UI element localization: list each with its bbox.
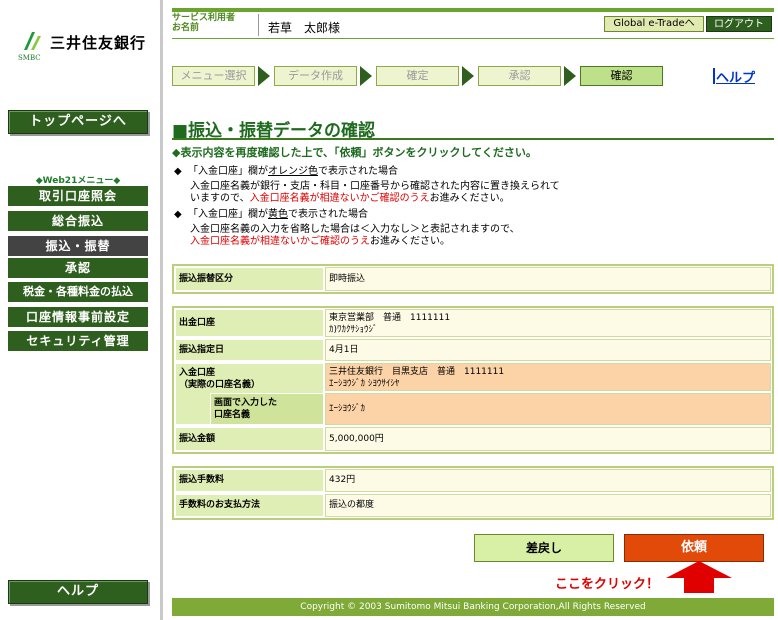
step-arrow-icon: [360, 66, 372, 86]
sidebar: 三井住友銀行 SMBC トップページへ ◆Web21メニュー◆ 取引口座照会 総…: [0, 0, 160, 620]
from-account-label: 出金口座: [175, 309, 324, 337]
amount-label: 振込金額: [175, 427, 324, 451]
fee-label: 振込手数料: [175, 469, 324, 492]
copyright-footer: Copyright © 2003 Sumitomo Mitsui Banking…: [172, 598, 774, 616]
step-confirm-fix: 確定: [376, 66, 459, 86]
transfer-type-value: 即時振込: [325, 267, 771, 291]
logout-button[interactable]: ログアウト: [706, 16, 772, 32]
web21-menu-label: ◆Web21メニュー◆: [35, 176, 121, 186]
bank-name: 三井住友銀行: [50, 34, 147, 52]
service-user-label: サービス利用者 お名前: [172, 13, 236, 33]
fee-table: 振込手数料 432円 手数料のお支払方法 振込の都度: [172, 466, 774, 520]
step-menu-select: メニュー選択: [172, 66, 255, 86]
user-name: 若草 太郎様: [268, 21, 341, 35]
note1-line1: 「入金口座」欄がオレンジ色で表示された場合: [188, 166, 398, 177]
date-label: 振込指定日: [175, 339, 324, 361]
step-arrow-icon: [258, 66, 270, 86]
sidebar-item-bulk-transfer[interactable]: 総合振込: [8, 211, 148, 232]
header-divider: [258, 14, 259, 36]
sidebar-help-button[interactable]: ヘルプ: [8, 580, 148, 604]
sidebar-divider: [160, 0, 163, 620]
amount-value: 5,000,000円: [325, 427, 771, 451]
help-link[interactable]: ヘルプ: [716, 67, 755, 86]
note1-line2: 入金口座名義が銀行・支店・科目・口座番号から確認された内容に置き換えられて: [190, 181, 560, 192]
transfer-type-table: 振込振替区分 即時振込: [172, 264, 774, 294]
fee-method-value: 振込の都度: [325, 494, 771, 517]
step-arrow-icon: [564, 66, 576, 86]
title-underline: [172, 138, 774, 140]
header-accent-bar: [172, 8, 774, 12]
transfer-type-label: 振込振替区分: [175, 267, 324, 291]
fee-method-label: 手数料のお支払方法: [175, 494, 324, 517]
input-name-label: 画面で入力した 口座名義: [210, 393, 324, 425]
sidebar-item-transfer[interactable]: 振込・振替: [8, 236, 148, 257]
help-link-bar: [713, 68, 715, 84]
request-button[interactable]: 依頼: [624, 534, 764, 562]
step-approval: 承認: [478, 66, 561, 86]
arrow-up-icon: [666, 561, 732, 593]
sidebar-item-account-presetting[interactable]: 口座情報事前設定: [8, 307, 148, 328]
send-back-button[interactable]: 差戻し: [474, 534, 614, 562]
transfer-detail-table: 出金口座 東京営業部 普通 1111111 ｶ)ﾜｶｸｻｼｮｳｼﾞ 振込指定日 4…: [172, 306, 774, 454]
global-etrade-button[interactable]: Global e-Tradeへ: [604, 16, 704, 32]
bank-logo: 三井住友銀行 SMBC: [18, 26, 158, 66]
bank-sub: SMBC: [18, 54, 41, 62]
smbc-logo-icon: [24, 32, 41, 50]
to-account-value: 三井住友銀行 目黒支店 普通 1111111 ｴｰｼﾖｳｼﾞｶ ｼﾖｳｻｲｼﾔ: [325, 363, 771, 391]
instruction-text: ◆表示内容を再度確認した上で、「依頼」ボタンをクリックしてください。: [172, 146, 537, 159]
note1-line3: いますので、入金口座名義が相違ないかご確認のうえお進みください。: [190, 193, 510, 204]
note2-line1: 「入金口座」欄が黄色で表示された場合: [188, 209, 368, 220]
step-verify-current: 確認: [580, 66, 663, 86]
note2-line2: 入金口座名義の入力を省略した場合は＜入力なし＞と表記されますので、: [190, 224, 520, 235]
step-data-create: データ作成: [274, 66, 357, 86]
date-value: 4月1日: [325, 339, 771, 361]
note-bullet-icon: ◆: [174, 209, 182, 220]
input-name-value: ｴｰｼﾖｳｼﾞｶ: [325, 393, 771, 425]
header-divider-line: [172, 38, 774, 39]
sidebar-item-security[interactable]: セキュリティ管理: [8, 331, 148, 352]
top-page-button[interactable]: トップページへ: [8, 110, 148, 134]
from-account-value: 東京営業部 普通 1111111 ｶ)ﾜｶｸｻｼｮｳｼﾞ: [325, 309, 771, 337]
sidebar-item-approval[interactable]: 承認: [8, 258, 148, 279]
note2-line3: 入金口座名義が相違ないかご確認のうえお進みください。: [190, 236, 450, 247]
sidebar-item-account-inquiry[interactable]: 取引口座照会: [8, 186, 148, 207]
step-arrow-icon: [462, 66, 474, 86]
click-here-note: ここをクリック！: [555, 577, 660, 592]
fee-value: 432円: [325, 469, 771, 492]
note-bullet-icon: ◆: [174, 166, 182, 177]
sidebar-item-tax-payment[interactable]: 税金・各種料金の払込: [8, 282, 148, 303]
